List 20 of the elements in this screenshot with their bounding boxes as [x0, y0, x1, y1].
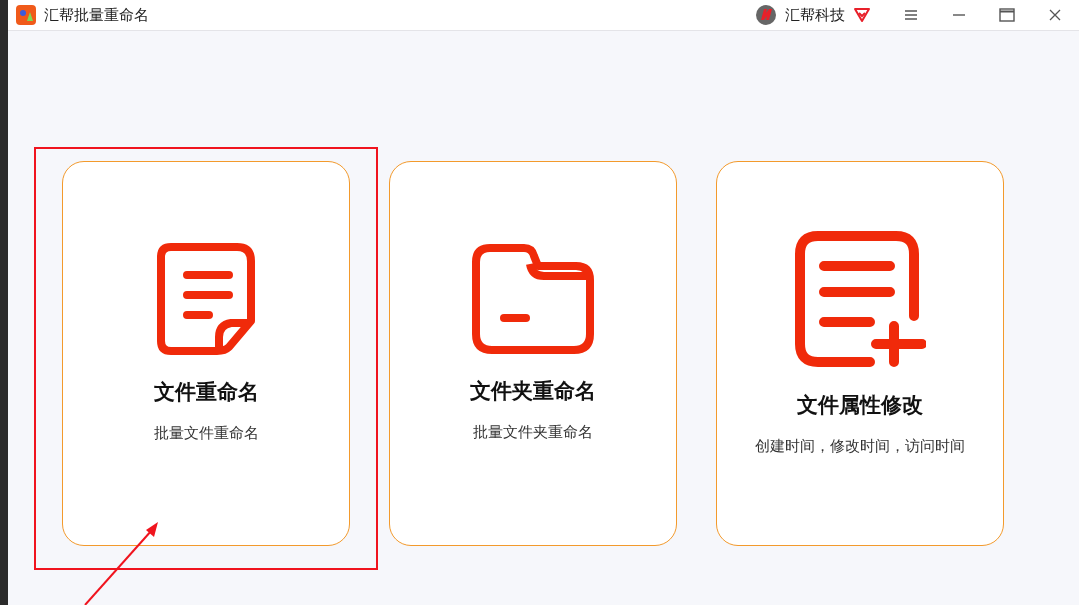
function-card[interactable]: 文件重命名 批量文件重命名 — [62, 161, 350, 546]
maximize-icon — [999, 8, 1015, 22]
card-title: 文件属性修改 — [797, 391, 923, 419]
card-subtitle: 批量文件重命名 — [153, 423, 259, 444]
card-title: 文件夹重命名 — [470, 377, 596, 405]
folder-icon — [472, 243, 594, 354]
function-card[interactable]: 文件夹重命名 批量文件夹重命名 — [389, 161, 677, 546]
document-plus-icon — [794, 229, 926, 368]
close-icon — [1049, 9, 1061, 21]
app-logo-icon — [16, 5, 36, 25]
card-subtitle: 批量文件夹重命名 — [473, 422, 593, 443]
minimize-icon — [952, 14, 966, 16]
function-card[interactable]: 文件属性修改 创建时间，修改时间，访问时间 — [716, 161, 1004, 546]
card-subtitle: 创建时间，修改时间，访问时间 — [755, 436, 965, 457]
window-title: 汇帮批量重命名 — [44, 4, 149, 26]
menu-icon — [904, 9, 918, 21]
document-icon — [157, 242, 255, 355]
brand-name: 汇帮科技 — [785, 4, 845, 26]
brand-logo-icon — [755, 4, 777, 26]
card-title: 文件重命名 — [153, 378, 259, 406]
